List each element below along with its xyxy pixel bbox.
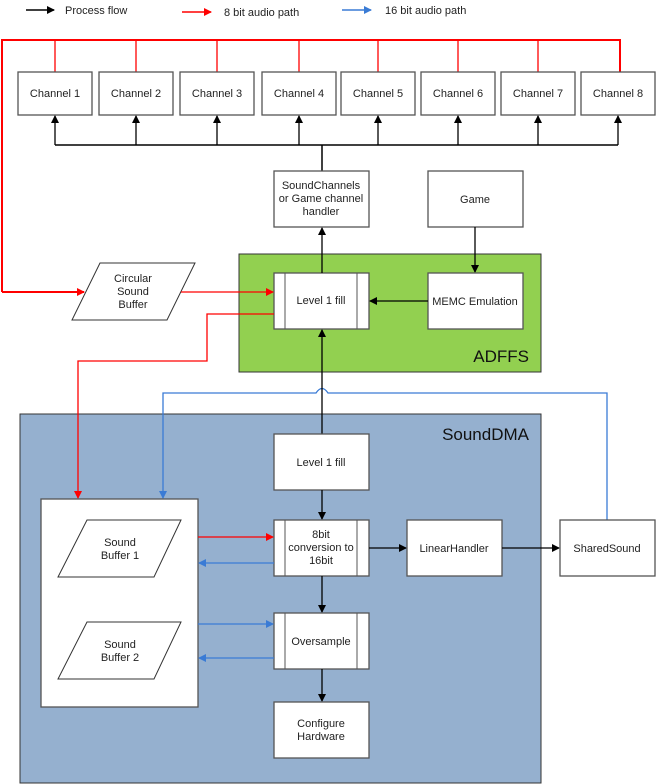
circular-sound-buffer-node[interactable]: Circular Sound Buffer xyxy=(71,262,196,321)
node-label-line: or Game channel xyxy=(279,193,363,205)
channel-label: Channel 3 xyxy=(192,88,242,100)
game-node[interactable]: Game xyxy=(427,170,524,228)
node-label-line: Circular xyxy=(114,273,152,285)
channel-label: Channel 2 xyxy=(111,88,161,100)
dma-level1-fill-node[interactable]: Level 1 fill xyxy=(273,433,370,491)
node-label: Game xyxy=(460,194,490,206)
node-label: Level 1 fill xyxy=(297,295,346,307)
adffs-group-label: ADFFS xyxy=(473,347,529,366)
linear-handler-node[interactable]: LinearHandler xyxy=(406,519,503,577)
channel-label: Channel 1 xyxy=(30,88,80,100)
channel-4-node[interactable]: Channel 4 xyxy=(261,71,337,116)
channel-label: Channel 5 xyxy=(353,88,403,100)
node-label-line: Sound xyxy=(104,639,136,651)
sounddma-group-label: SoundDMA xyxy=(442,425,530,444)
node-label: LinearHandler xyxy=(419,543,488,555)
legend-item-16bit: 16 bit audio path xyxy=(342,5,466,17)
conversion-node[interactable]: 8bit conversion to 16bit xyxy=(273,519,370,577)
node-label-line: Sound xyxy=(104,537,136,549)
channel-3-node[interactable]: Channel 3 xyxy=(179,71,255,116)
node-label-line: 16bit xyxy=(309,555,333,567)
channel-label: Channel 4 xyxy=(274,88,324,100)
node-label-line: Hardware xyxy=(297,731,345,743)
node-label-line: SoundChannels xyxy=(282,180,361,192)
legend-item-process-flow: Process flow xyxy=(26,5,127,17)
shared-sound-node[interactable]: SharedSound xyxy=(559,519,656,577)
legend-label: Process flow xyxy=(65,5,127,17)
process-bus xyxy=(51,115,622,171)
node-label: MEMC Emulation xyxy=(432,296,518,308)
diagram-canvas: Process flow 8 bit audio path 16 bit aud… xyxy=(1,5,656,784)
legend-label: 16 bit audio path xyxy=(385,5,466,17)
channel-5-node[interactable]: Channel 5 xyxy=(340,71,416,116)
adffs-level1-fill-node[interactable]: Level 1 fill xyxy=(273,272,370,330)
channel-1-node[interactable]: Channel 1 xyxy=(17,71,93,116)
node-label-line: Configure xyxy=(297,718,345,730)
node-label: Level 1 fill xyxy=(297,457,346,469)
channel-7-node[interactable]: Channel 7 xyxy=(500,71,576,116)
legend-item-8bit: 8 bit audio path xyxy=(182,7,299,19)
memc-emulation-node[interactable]: MEMC Emulation xyxy=(427,272,524,330)
oversample-node[interactable]: Oversample xyxy=(273,612,370,670)
node-label-line: Buffer 2 xyxy=(101,652,139,664)
node-label-line: Buffer 1 xyxy=(101,550,139,562)
node-label-line: 8bit xyxy=(312,529,330,541)
channel-boxes: Channel 1 Channel 2 Channel 3 Channel 4 … xyxy=(17,71,656,116)
channel-8-node[interactable]: Channel 8 xyxy=(580,71,656,116)
node-label-line: conversion to xyxy=(288,542,353,554)
channel-label: Channel 8 xyxy=(593,88,643,100)
channel-label: Channel 7 xyxy=(513,88,563,100)
node-label: Oversample xyxy=(291,636,350,648)
channel-label: Channel 6 xyxy=(433,88,483,100)
configure-hardware-node[interactable]: Configure Hardware xyxy=(273,701,370,759)
node-label: SharedSound xyxy=(573,543,640,555)
legend: Process flow 8 bit audio path 16 bit aud… xyxy=(26,5,466,19)
soundchannels-node[interactable]: SoundChannels or Game channel handler xyxy=(273,170,370,228)
channel-2-node[interactable]: Channel 2 xyxy=(98,71,174,116)
node-label-line: handler xyxy=(303,206,340,218)
channel-6-node[interactable]: Channel 6 xyxy=(420,71,496,116)
node-label-line: Sound xyxy=(117,286,149,298)
legend-label: 8 bit audio path xyxy=(224,7,299,19)
node-label-line: Buffer xyxy=(118,299,147,311)
